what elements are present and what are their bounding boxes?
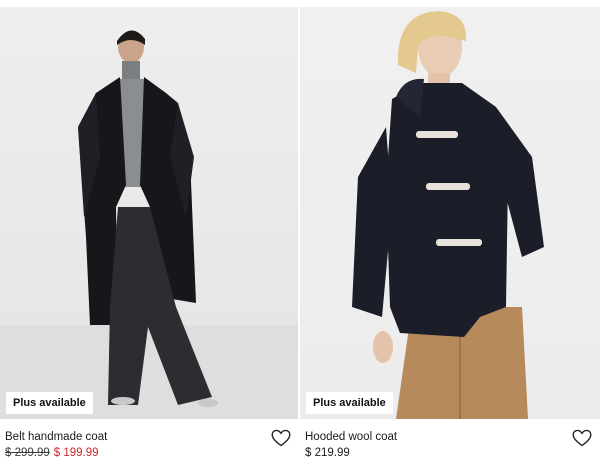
product-price: $ 219.99 (305, 447, 350, 459)
model-in-navy-duffle-coat-illustration (352, 11, 544, 419)
product-image[interactable]: Plus available (300, 7, 600, 419)
product-name[interactable]: Hooded wool coat (305, 431, 397, 443)
sale-price: $ 199.99 (53, 447, 99, 459)
model-in-black-coat-illustration (0, 30, 298, 419)
product-price: $ 299.99 $ 199.99 (5, 447, 99, 459)
product-card-hooded-wool-coat[interactable]: Plus available Hooded wool coat $ 219.99 (300, 0, 600, 462)
original-price: $ 299.99 (5, 447, 50, 459)
heart-outline-icon (572, 429, 592, 447)
heart-outline-icon (271, 429, 291, 447)
favorite-button[interactable] (572, 429, 592, 447)
favorite-button[interactable] (271, 429, 291, 447)
product-card-belt-handmade-coat[interactable]: Plus available Belt handmade coat $ 299.… (0, 0, 298, 462)
plus-available-badge: Plus available (6, 392, 93, 414)
regular-price: $ 219.99 (305, 447, 350, 459)
product-grid: Plus available Belt handmade coat $ 299.… (0, 0, 600, 462)
product-name[interactable]: Belt handmade coat (5, 431, 107, 443)
plus-available-badge: Plus available (306, 392, 393, 414)
product-image[interactable]: Plus available (0, 7, 298, 419)
